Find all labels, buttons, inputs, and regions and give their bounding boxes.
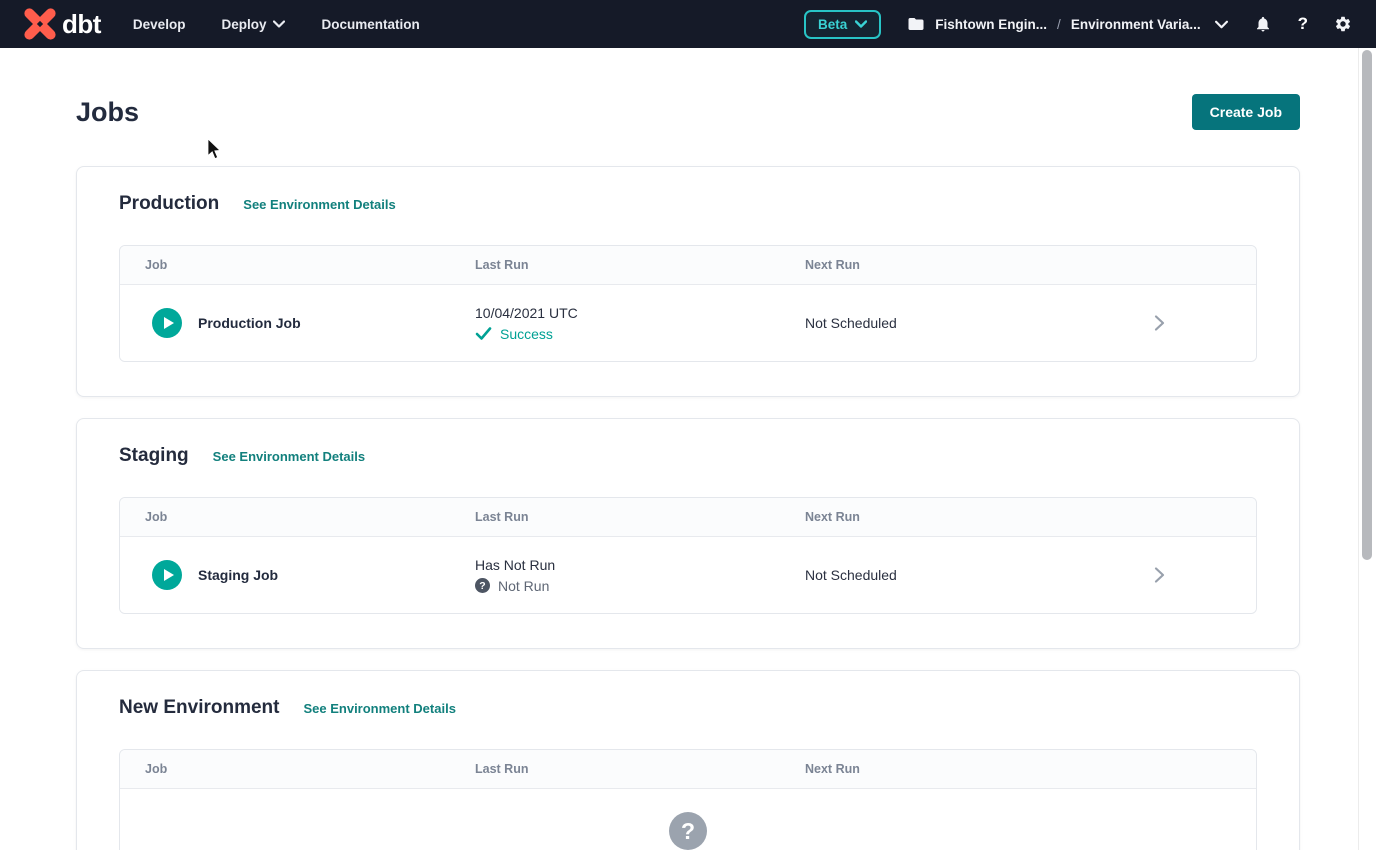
environment-card-new-environment: New Environment See Environment Details … <box>76 670 1300 850</box>
chevron-right-icon[interactable] <box>1152 314 1166 332</box>
dbt-logo[interactable]: dbt <box>24 8 101 40</box>
page-title: Jobs <box>76 97 139 128</box>
last-run-date: 10/04/2021 UTC <box>475 305 805 321</box>
beta-dropdown-button[interactable]: Beta <box>804 10 881 39</box>
see-environment-details-link[interactable]: See Environment Details <box>303 701 455 716</box>
column-header-job: Job <box>120 762 475 776</box>
success-check-icon <box>475 326 492 341</box>
project-breadcrumb[interactable]: Fishtown Engin... / Environment Varia... <box>907 15 1227 33</box>
column-header-last-run: Last Run <box>475 510 805 524</box>
see-environment-details-link[interactable]: See Environment Details <box>213 449 365 464</box>
nav-develop[interactable]: Develop <box>133 17 186 32</box>
project-name[interactable]: Fishtown Engin... <box>935 17 1047 32</box>
column-header-next-run: Next Run <box>805 510 1152 524</box>
nav-deploy[interactable]: Deploy <box>221 17 285 32</box>
run-job-play-button[interactable] <box>152 308 182 338</box>
chevron-down-icon[interactable] <box>1215 20 1228 29</box>
jobs-table: Job Last Run Next Run Staging Job Has No… <box>119 497 1257 614</box>
create-job-button[interactable]: Create Job <box>1192 94 1300 130</box>
nav-documentation[interactable]: Documentation <box>321 17 419 32</box>
column-header-last-run: Last Run <box>475 762 805 776</box>
beta-label: Beta <box>818 17 847 32</box>
folder-icon <box>907 15 925 33</box>
column-header-job: Job <box>120 258 475 272</box>
jobs-table: Job Last Run Next Run ? <box>119 749 1257 850</box>
nav-deploy-label: Deploy <box>221 17 266 32</box>
see-environment-details-link[interactable]: See Environment Details <box>243 197 395 212</box>
environment-name: New Environment <box>119 697 279 719</box>
page-scrollbar-track[interactable] <box>1358 48 1376 850</box>
column-header-next-run: Next Run <box>805 258 1152 272</box>
breadcrumb-separator: / <box>1057 17 1061 32</box>
chevron-down-icon <box>273 20 285 28</box>
job-row-production[interactable]: Production Job 10/04/2021 UTC Success No… <box>120 285 1256 361</box>
topbar-right-group: Beta Fishtown Engin... / Environment Var… <box>804 10 1352 39</box>
jobs-table: Job Last Run Next Run Production Job 10/… <box>119 245 1257 362</box>
job-row-staging[interactable]: Staging Job Has Not Run ? Not Run Not Sc… <box>120 537 1256 613</box>
play-icon <box>164 569 174 581</box>
nav-develop-label: Develop <box>133 17 186 32</box>
chevron-down-icon <box>855 20 867 28</box>
primary-nav: Develop Deploy Documentation <box>133 17 420 32</box>
last-run-date: Has Not Run <box>475 557 805 573</box>
column-header-next-run: Next Run <box>805 762 1152 776</box>
chevron-right-icon[interactable] <box>1152 566 1166 584</box>
jobs-page: Jobs Create Job Production See Environme… <box>0 94 1376 850</box>
settings-gear-icon[interactable] <box>1334 15 1352 33</box>
dbt-logo-icon <box>24 8 56 40</box>
status-badge: Success <box>500 326 553 342</box>
notifications-bell-icon[interactable] <box>1254 15 1272 33</box>
dbt-logo-text: dbt <box>62 11 101 37</box>
status-badge: Not Run <box>498 578 549 594</box>
page-scrollbar-thumb[interactable] <box>1362 50 1372 560</box>
not-run-question-icon: ? <box>475 578 490 593</box>
next-run-value: Not Scheduled <box>805 567 1152 583</box>
job-name[interactable]: Production Job <box>198 315 301 331</box>
help-icon[interactable]: ? <box>1298 14 1308 34</box>
column-header-last-run: Last Run <box>475 258 805 272</box>
empty-jobs-area: ? <box>120 789 1256 850</box>
column-header-job: Job <box>120 510 475 524</box>
next-run-value: Not Scheduled <box>805 315 1152 331</box>
environment-card-staging: Staging See Environment Details Job Last… <box>76 418 1300 649</box>
environment-name: Production <box>119 193 219 215</box>
environment-card-production: Production See Environment Details Job L… <box>76 166 1300 397</box>
play-icon <box>164 317 174 329</box>
environment-crumb[interactable]: Environment Varia... <box>1071 17 1201 32</box>
run-job-play-button[interactable] <box>152 560 182 590</box>
top-navigation-bar: dbt Develop Deploy Documentation Beta Fi… <box>0 0 1376 48</box>
environment-name: Staging <box>119 445 189 467</box>
empty-state-question-icon: ? <box>669 812 707 850</box>
nav-documentation-label: Documentation <box>321 17 419 32</box>
job-name[interactable]: Staging Job <box>198 567 278 583</box>
